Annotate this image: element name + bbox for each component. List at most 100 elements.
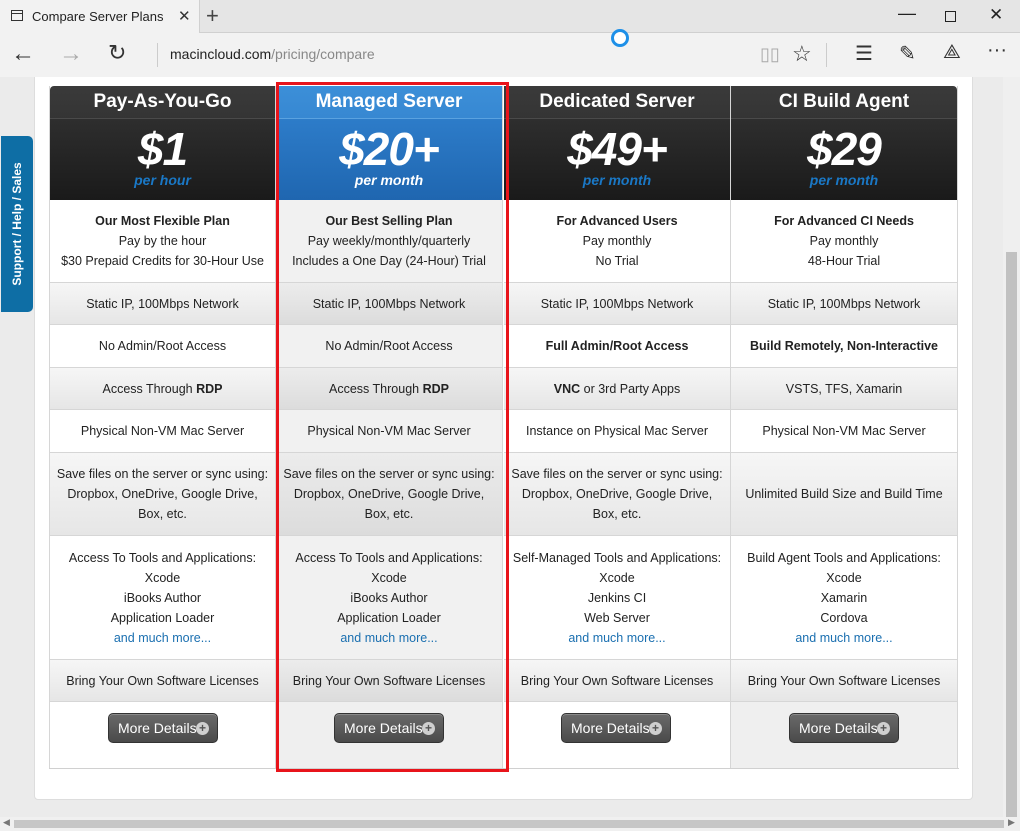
plan-period: per hour [134, 172, 191, 188]
support-help-sales-tab[interactable]: Support / Help / Sales [1, 136, 33, 312]
scroll-right-icon[interactable]: ▶ [1008, 817, 1015, 828]
much-more-link[interactable]: and much more... [50, 628, 275, 648]
plan-column: CI Build Agent $29 per month For Advanced C… [731, 86, 958, 769]
much-more-link[interactable]: and much more... [731, 628, 957, 648]
more-details-button[interactable]: More Details + [108, 713, 218, 743]
horizontal-scroll-thumb[interactable] [14, 820, 1004, 828]
storage-line: Save files on the server or sync using: [511, 467, 723, 481]
vertical-scroll-thumb[interactable] [1006, 252, 1017, 817]
forward-icon[interactable]: → [59, 40, 83, 68]
remote-prefix: Access Through [102, 381, 197, 396]
tools-line: Access To Tools and Applications: [68, 550, 257, 565]
plan-name: CI Build Agent [778, 91, 910, 112]
tools-line: Access To Tools and Applications: [295, 550, 483, 565]
more-icon[interactable]: ··· [987, 39, 1007, 62]
refresh-icon[interactable]: ↻ [108, 40, 126, 66]
favorite-star-icon[interactable]: ☆ [792, 41, 812, 67]
remote-bold: VNC [553, 381, 581, 396]
remote-text: VSTS, TFS, Xamarin [731, 379, 957, 399]
scroll-left-icon[interactable]: ◀ [3, 817, 10, 828]
page-icon [11, 10, 23, 21]
licenses-text: Bring Your Own Software Licenses [520, 673, 714, 688]
tools-line: Xcode [599, 570, 635, 585]
more-details-button[interactable]: More Details + [789, 713, 899, 743]
more-details-label: More Details [571, 720, 650, 736]
storage-line: Save files on the server or sync using: [283, 467, 495, 481]
plan-intro: For Advanced CI Needs Pay monthly 48-Hour … [731, 200, 957, 283]
licenses-cell: Bring Your Own Software Licenses [504, 660, 730, 702]
tools-line: Application Loader [337, 610, 441, 625]
intro-line: For Advanced Users [556, 214, 678, 228]
reading-view-icon[interactable]: ▯▯ [760, 44, 780, 65]
access-text: No Admin/Root Access [98, 339, 227, 353]
plan-period: per month [809, 172, 879, 188]
web-note-icon[interactable]: ✎ [899, 41, 916, 66]
remote-prefix: VSTS, TFS, Xamarin [785, 381, 903, 396]
storage-line: Dropbox, OneDrive, Google Drive, [67, 487, 258, 501]
hardware-cell: Physical Non-VM Mac Server [276, 410, 502, 453]
url-domain: macincloud.com [170, 46, 272, 62]
access-text: Build Remotely, Non-Interactive [750, 339, 938, 353]
browser-tab[interactable]: Compare Server Plans ✕ [0, 0, 200, 33]
remote-cell: Access Through RDP [276, 368, 502, 410]
plan-period: per month [582, 172, 652, 188]
hub-icon[interactable]: ☰ [855, 41, 873, 66]
network-cell: Static IP, 100Mbps Network [731, 283, 957, 325]
table-bottom-border [49, 768, 959, 769]
intro-line: Our Most Flexible Plan [95, 214, 230, 228]
network-cell: Static IP, 100Mbps Network [50, 283, 275, 325]
share-icon[interactable]: ⟁ [943, 41, 961, 64]
plan-price: $49+ [567, 123, 668, 175]
network-cell: Static IP, 100Mbps Network [504, 283, 730, 325]
tools-line: Xcode [144, 570, 181, 585]
plan-intro: For Advanced Users Pay monthly No Trial [504, 200, 730, 283]
intro-line: Pay monthly [809, 234, 879, 248]
network-text: Static IP, 100Mbps Network [767, 296, 921, 311]
divider [826, 43, 827, 67]
access-cell: Build Remotely, Non-Interactive [731, 325, 957, 368]
storage-line: Box, etc. [364, 507, 414, 521]
more-details-button[interactable]: More Details + [561, 713, 671, 743]
address-bar[interactable]: macincloud.com/pricing/compare [170, 46, 375, 62]
licenses-cell: Bring Your Own Software Licenses [731, 660, 957, 702]
much-more-link[interactable]: and much more... [504, 628, 730, 648]
plan-price: $20+ [339, 123, 440, 175]
more-details-label: More Details [799, 720, 878, 736]
plan-period: per month [354, 172, 424, 188]
plan-header: Dedicated Server $49+ per month [504, 86, 730, 200]
remote-bold: RDP [196, 381, 223, 396]
storage-cell: Save files on the server or sync using: D… [50, 453, 275, 536]
support-tab-label: Support / Help / Sales [10, 162, 24, 286]
intro-line: No Trial [595, 254, 639, 268]
more-details-button[interactable]: More Details + [334, 713, 444, 743]
storage-cell: Save files on the server or sync using: D… [504, 453, 730, 536]
hardware-text: Physical Non-VM Mac Server [307, 424, 471, 438]
intro-line: Our Best Selling Plan [325, 214, 453, 228]
licenses-cell: Bring Your Own Software Licenses [276, 660, 502, 702]
intro-line: 48-Hour Trial [807, 254, 881, 268]
minimize-button[interactable]: — [898, 3, 916, 24]
plan-price: $1 [137, 123, 188, 175]
access-cell: No Admin/Root Access [276, 325, 502, 368]
remote-cell: VSTS, TFS, Xamarin [731, 368, 957, 410]
close-window-button[interactable]: ✕ [989, 5, 1003, 25]
close-tab-icon[interactable]: ✕ [178, 7, 191, 25]
back-icon[interactable]: ← [11, 40, 35, 68]
maximize-button[interactable] [945, 11, 956, 22]
tools-line: Cordova [820, 610, 868, 625]
hardware-text: Physical Non-VM Mac Server [762, 424, 926, 438]
remote-suffix: or 3rd Party Apps [580, 381, 681, 396]
new-tab-button[interactable]: + [206, 3, 219, 29]
intro-line: Includes a One Day (24-Hour) Trial [292, 254, 486, 268]
much-more-link[interactable]: and much more... [276, 628, 502, 648]
plan-column: Pay-As-You-Go $1 per hour Our Most Flexible… [49, 86, 276, 769]
plan-name: Pay-As-You-Go [93, 91, 232, 112]
tools-line: iBooks Author [350, 590, 428, 605]
more-details-label: More Details [118, 720, 197, 736]
plus-circle-icon: + [877, 722, 890, 735]
hardware-cell: Physical Non-VM Mac Server [731, 410, 957, 453]
tab-title: Compare Server Plans [32, 9, 164, 24]
intro-line: Pay weekly/monthly/quarterly [307, 234, 471, 248]
tools-line: Self-Managed Tools and Applications: [512, 550, 722, 565]
plan-price: $29 [807, 123, 882, 175]
